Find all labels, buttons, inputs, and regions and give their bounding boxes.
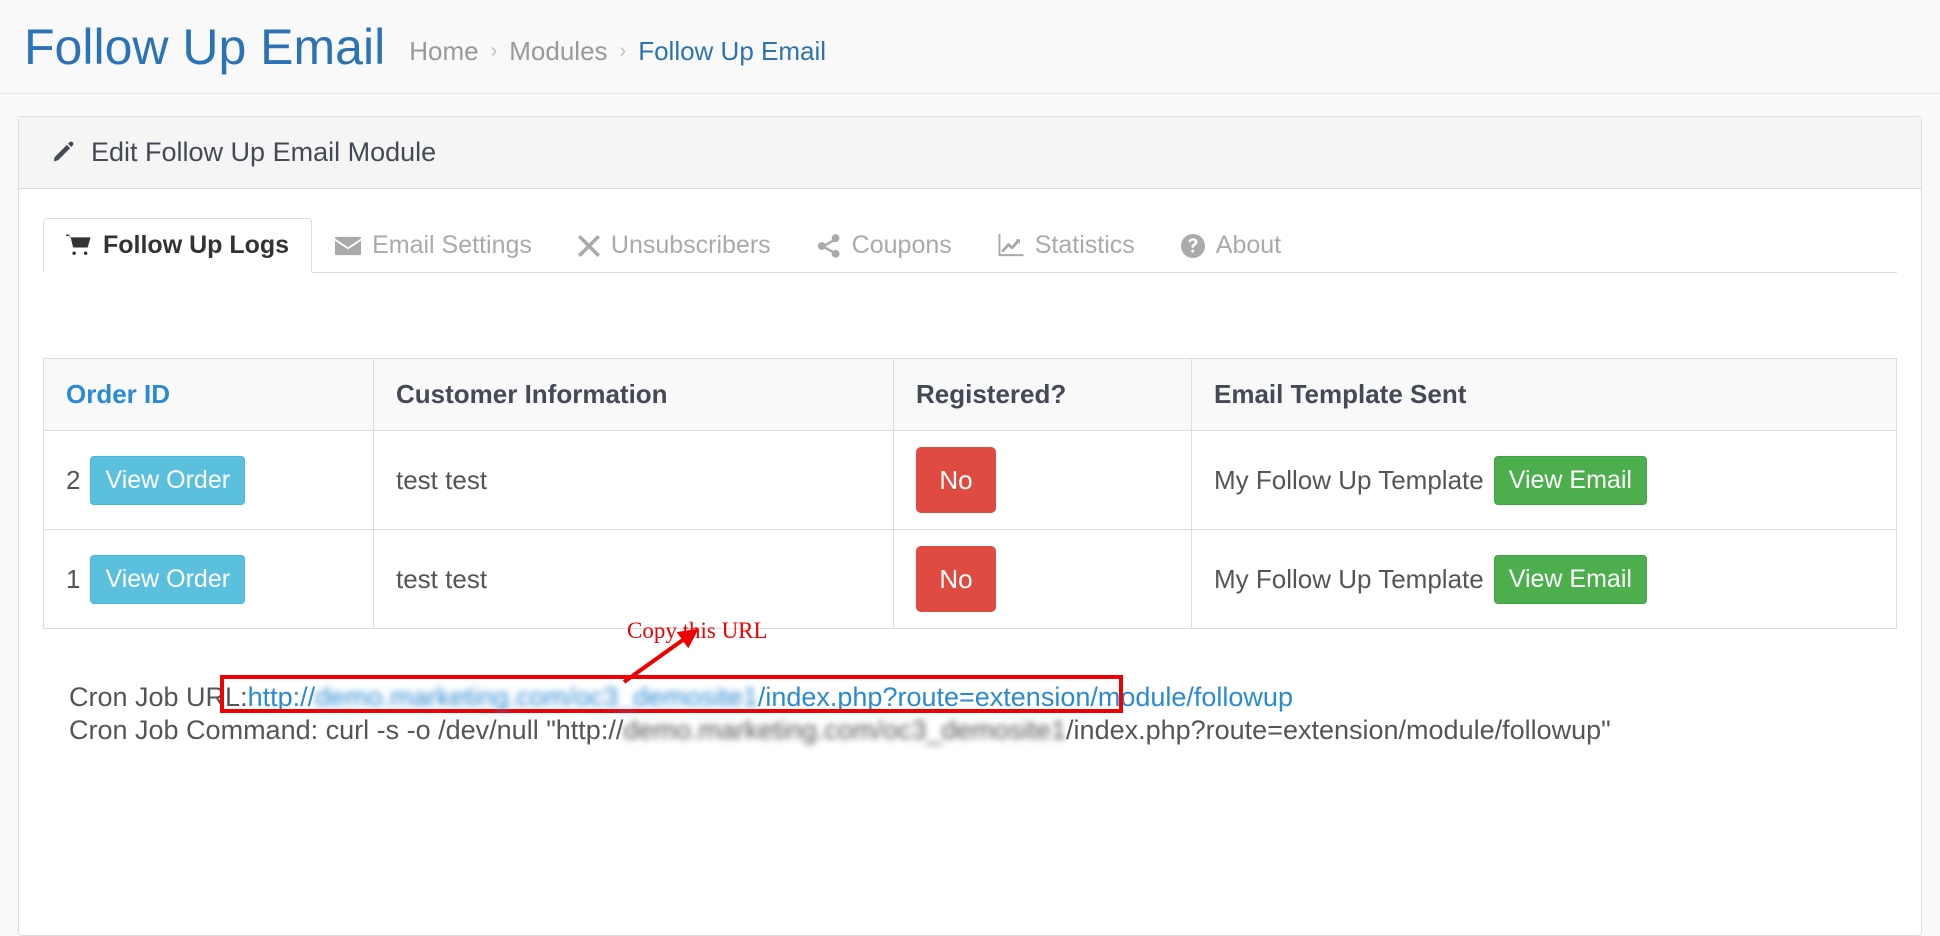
cron-url-domain-redacted: demo.marketing.com/oc3_demosite1 xyxy=(315,682,758,712)
table-head: Order ID Customer Information Registered… xyxy=(43,358,1897,431)
cell-email-template-sent: My Follow Up Template View Email xyxy=(1191,529,1897,629)
tab-bar: Follow Up Logs Email Settings Unsubscrib… xyxy=(43,211,1897,273)
shopping-cart-icon xyxy=(66,233,92,258)
column-header-customer-information: Customer Information xyxy=(373,358,894,431)
breadcrumb: Home › Modules › Follow Up Email xyxy=(409,26,826,67)
view-order-button[interactable]: View Order xyxy=(90,455,246,505)
tab-about[interactable]: About xyxy=(1158,218,1304,273)
sort-order-id-link[interactable]: Order ID xyxy=(66,379,170,409)
cell-order-id: 1 View Order xyxy=(43,529,374,629)
pencil-icon xyxy=(49,140,75,166)
cell-order-id: 2 View Order xyxy=(43,430,374,530)
cell-email-template-sent: My Follow Up Template View Email xyxy=(1191,430,1897,530)
times-icon xyxy=(577,234,600,257)
cron-command-path: /index.php?route=extension/module/follow… xyxy=(1066,714,1611,745)
table-body: 2 View Order test test No My Follow Up T… xyxy=(43,430,1897,629)
order-id-value: 1 xyxy=(66,563,81,594)
table-row: 1 View Order test test No My Follow Up T… xyxy=(43,529,1897,629)
follow-up-logs-table: Order ID Customer Information Registered… xyxy=(43,358,1897,629)
view-order-button[interactable]: View Order xyxy=(90,554,246,604)
column-header-email-template-sent: Email Template Sent xyxy=(1191,358,1897,431)
cell-registered: No xyxy=(893,529,1192,629)
template-name: My Follow Up Template xyxy=(1214,563,1484,594)
column-header-registered: Registered? xyxy=(893,358,1192,431)
breadcrumb-separator: › xyxy=(490,40,498,62)
breadcrumb-item-modules[interactable]: Modules xyxy=(509,36,607,67)
registered-status-badge[interactable]: No xyxy=(916,546,996,612)
tab-email-settings[interactable]: Email Settings xyxy=(312,218,555,273)
tab-follow-up-logs[interactable]: Follow Up Logs xyxy=(43,218,313,273)
breadcrumb-separator: › xyxy=(619,40,627,62)
panel-heading: Edit Follow Up Email Module xyxy=(19,117,1921,189)
tab-label: Follow Up Logs xyxy=(103,231,290,259)
tab-label: Coupons xyxy=(851,231,952,259)
envelope-icon xyxy=(335,236,362,256)
annotation-label: Copy this URL xyxy=(627,618,768,643)
table-row: 2 View Order test test No My Follow Up T… xyxy=(43,430,1897,530)
tab-label: Unsubscribers xyxy=(610,231,771,259)
question-circle-icon xyxy=(1180,233,1205,258)
cell-customer-information: test test xyxy=(373,430,894,530)
view-email-button[interactable]: View Email xyxy=(1493,455,1647,505)
cron-job-command-line: Cron Job Command: curl -s -o /dev/null "… xyxy=(69,714,1897,747)
cron-url-path: /index.php?route=extension/module/follow… xyxy=(757,682,1293,712)
cell-customer-information: test test xyxy=(373,529,894,629)
breadcrumb-item-follow-up-email[interactable]: Follow Up Email xyxy=(638,36,826,67)
line-chart-icon xyxy=(998,233,1024,258)
cron-job-command-label: Cron Job Command: xyxy=(69,714,319,745)
template-name: My Follow Up Template xyxy=(1214,464,1484,495)
cron-job-url-link[interactable]: http://demo.marketing.com/oc3_demosite1/… xyxy=(248,682,1293,712)
share-alt-icon xyxy=(817,233,841,258)
tab-label: About xyxy=(1215,231,1282,259)
registered-status-badge[interactable]: No xyxy=(916,447,996,513)
breadcrumb-item-home[interactable]: Home xyxy=(409,36,478,67)
view-email-button[interactable]: View Email xyxy=(1493,554,1647,604)
follow-up-logs-table-wrapper: Order ID Customer Information Registered… xyxy=(43,358,1897,629)
panel-body: Follow Up Logs Email Settings Unsubscrib… xyxy=(19,189,1921,747)
page-header: Follow Up Email Home › Modules › Follow … xyxy=(0,0,1940,94)
cron-job-info: Cron Job URL:http://demo.marketing.com/o… xyxy=(43,675,1897,747)
cell-registered: No xyxy=(893,430,1192,530)
edit-module-panel: Edit Follow Up Email Module Follow Up Lo… xyxy=(18,116,1922,936)
table-header-row: Order ID Customer Information Registered… xyxy=(43,358,1897,431)
cron-job-url-line: Cron Job URL:http://demo.marketing.com/o… xyxy=(69,681,1897,714)
tab-coupons[interactable]: Coupons xyxy=(794,218,975,273)
cron-job-url-label: Cron Job URL: xyxy=(69,682,248,712)
tab-label: Statistics xyxy=(1034,231,1135,259)
tab-label: Email Settings xyxy=(372,231,532,259)
page-title: Follow Up Email xyxy=(24,18,386,75)
column-header-order-id: Order ID xyxy=(43,358,374,431)
panel-heading-title: Edit Follow Up Email Module xyxy=(91,137,437,167)
tab-unsubscribers[interactable]: Unsubscribers xyxy=(555,218,794,273)
order-id-value: 2 xyxy=(66,464,81,495)
cron-command-domain-redacted: demo.marketing.com/oc3_demosite1 xyxy=(623,714,1067,745)
cron-url-scheme: http:// xyxy=(247,682,316,712)
tab-statistics[interactable]: Statistics xyxy=(975,218,1158,273)
cron-command-prefix: curl -s -o /dev/null "http:// xyxy=(325,714,624,745)
